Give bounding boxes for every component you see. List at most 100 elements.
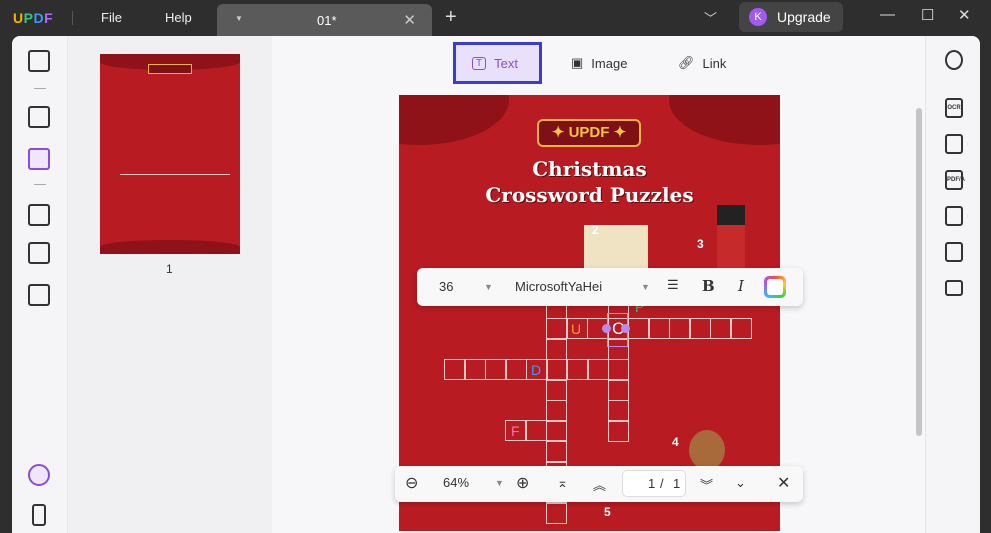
crossword-cell	[546, 502, 567, 524]
font-family-select[interactable]: MicrosoftYaHei	[515, 279, 602, 294]
bookmark-icon[interactable]	[32, 504, 46, 526]
italic-button[interactable]: I	[738, 277, 744, 295]
image-icon: ▣	[571, 55, 584, 70]
right-toolbar: OCR PDF/A	[925, 36, 980, 533]
last-page-icon[interactable]: ⌄	[735, 475, 746, 491]
thumbnail-page-number: 1	[166, 262, 173, 276]
crossword-cell	[587, 359, 609, 380]
email-icon[interactable]	[945, 280, 963, 296]
comment-icon[interactable]	[28, 106, 50, 128]
menu-help[interactable]: Help	[165, 10, 192, 25]
new-tab-icon[interactable]: +	[445, 6, 457, 29]
crossword-letter: F	[511, 423, 520, 439]
crossword-cell	[546, 400, 567, 421]
crossword-cell	[730, 318, 752, 339]
font-size-select[interactable]: 36	[439, 279, 453, 294]
curtain-right	[669, 95, 780, 145]
curtain-left	[399, 95, 509, 145]
clue-number: 5	[604, 505, 611, 519]
reader-icon[interactable]	[28, 50, 50, 72]
clue-number: 2	[592, 223, 599, 237]
chevron-down-icon[interactable]: ▼	[484, 282, 493, 292]
crossword-cell	[546, 318, 567, 339]
chevron-down-icon[interactable]: ﹀	[704, 8, 717, 27]
document-tab[interactable]: ▼ 01* ✕	[217, 4, 432, 36]
poster-title-line2: Crossword Puzzles	[485, 183, 694, 207]
crossword-cell	[628, 318, 649, 339]
crossword-cell	[546, 379, 567, 401]
layers-icon[interactable]	[28, 464, 50, 486]
zoom-page-toolbar: ⊖ 64% ▼ ⊕ ⌅ ︽ 1 / 1 ︾ ⌄ ✕	[395, 466, 803, 502]
chevron-down-icon[interactable]: ▼	[495, 478, 504, 488]
page-number-input[interactable]: 1 / 1	[622, 470, 686, 497]
color-picker-button[interactable]	[764, 276, 786, 298]
thumbnail-panel: 1	[68, 36, 272, 533]
pdfa-icon[interactable]: PDF/A	[945, 170, 965, 190]
selection-handle-left[interactable]	[602, 324, 611, 333]
image-mode-button[interactable]: ▣ Image	[555, 42, 643, 84]
share-icon[interactable]	[945, 242, 963, 262]
clue-number: 4	[672, 435, 679, 449]
organize-pages-icon[interactable]	[28, 204, 50, 226]
next-page-icon[interactable]: ︾	[700, 475, 713, 494]
page-thumbnail[interactable]	[100, 54, 240, 254]
link-mode-label: Link	[702, 55, 727, 71]
text-format-toolbar: 36 ▼ MicrosoftYaHei ▼ ☰ B I	[417, 268, 803, 306]
link-icon: 🔗︎	[678, 55, 695, 70]
selection-handle-right[interactable]	[621, 324, 630, 333]
upgrade-button[interactable]: K Upgrade	[739, 2, 843, 32]
minimize-icon[interactable]: —	[880, 6, 895, 23]
page-separator: /	[660, 476, 664, 491]
crossword-cell	[608, 400, 629, 421]
divider	[34, 184, 46, 185]
ocr-icon[interactable]: OCR	[945, 98, 963, 118]
align-left-icon[interactable]: ☰	[667, 277, 679, 293]
poster-badge: ✦ UPDF ✦	[537, 119, 641, 147]
zoom-in-icon[interactable]: ⊕	[516, 473, 529, 493]
crossword-cell	[485, 359, 506, 380]
image-mode-label: Image	[591, 55, 628, 71]
tab-dropdown-icon[interactable]: ▼	[235, 14, 243, 23]
first-page-icon[interactable]: ⌅	[557, 475, 568, 491]
close-icon[interactable]: ✕	[777, 473, 790, 493]
crossword-cell	[567, 359, 588, 380]
poster-title-line1: Christmas	[532, 157, 647, 181]
text-mode-label: Text	[494, 55, 518, 71]
bold-button[interactable]: B	[702, 277, 715, 295]
text-icon: T	[472, 56, 487, 70]
current-page: 1	[648, 476, 656, 491]
protect-icon[interactable]	[945, 206, 963, 226]
convert-icon[interactable]	[28, 284, 50, 306]
crossword-cell	[464, 359, 486, 380]
crossword-cell	[546, 359, 567, 380]
upgrade-label: Upgrade	[777, 9, 831, 25]
edit-pdf-icon[interactable]	[28, 148, 50, 170]
text-mode-button[interactable]: T Text	[453, 42, 542, 84]
crossword-cell	[669, 318, 690, 339]
crossword-cell	[608, 359, 629, 380]
previous-page-icon[interactable]: ︽	[593, 475, 606, 494]
convert-file-icon[interactable]	[945, 134, 963, 154]
link-mode-button[interactable]: 🔗︎ Link	[662, 42, 742, 84]
crossword-cell	[608, 379, 629, 401]
left-toolbar	[12, 36, 68, 533]
crossword-cell	[689, 318, 711, 339]
chevron-down-icon[interactable]: ▼	[641, 282, 650, 292]
crossword-cell	[648, 318, 670, 339]
title-bar: UPDF File Help ▼ 01* ✕ + ﹀ K Upgrade — ☐…	[0, 0, 991, 36]
total-pages: 1	[673, 476, 681, 491]
close-window-icon[interactable]: ✕	[958, 6, 971, 24]
crossword-cell	[546, 338, 567, 360]
zoom-out-icon[interactable]: ⊖	[405, 473, 418, 493]
reindeer-illustration	[689, 430, 725, 470]
crossword-cell	[710, 318, 731, 339]
close-tab-icon[interactable]: ✕	[403, 11, 416, 29]
workspace: 1 T Text ▣ Image 🔗︎ Link ✦ UPDF ✦ Christmas…	[12, 36, 980, 533]
zoom-level-select[interactable]: 64%	[443, 475, 469, 490]
search-icon[interactable]	[945, 50, 963, 70]
crop-icon[interactable]	[28, 242, 50, 264]
vertical-scrollbar[interactable]	[916, 108, 922, 436]
crossword-cell	[546, 441, 567, 462]
maximize-icon[interactable]: ☐	[921, 6, 934, 24]
menu-file[interactable]: File	[101, 10, 122, 25]
